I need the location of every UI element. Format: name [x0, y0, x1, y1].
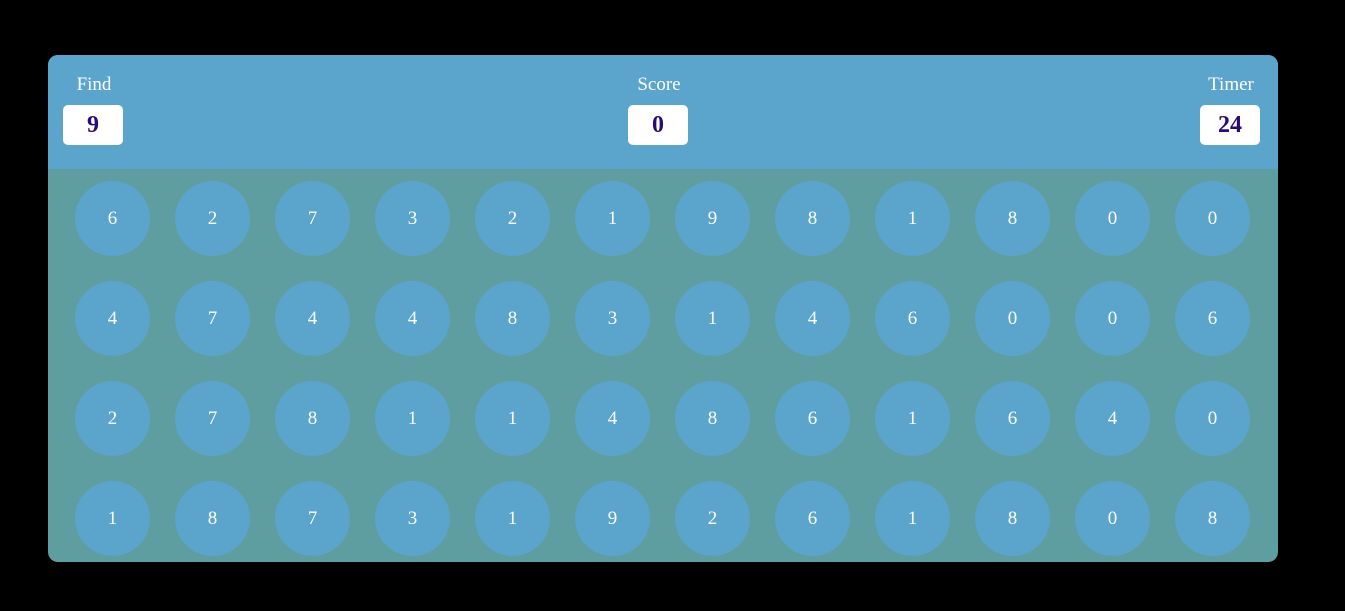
number-cell[interactable]: 2 — [75, 381, 150, 456]
number-cell[interactable]: 7 — [175, 381, 250, 456]
number-cell[interactable]: 1 — [875, 181, 950, 256]
number-cell[interactable]: 4 — [375, 281, 450, 356]
number-cell[interactable]: 6 — [1175, 281, 1250, 356]
number-cell[interactable]: 1 — [475, 481, 550, 556]
number-cell[interactable]: 1 — [875, 381, 950, 456]
score-label: Score — [637, 74, 681, 95]
number-cell[interactable]: 8 — [675, 381, 750, 456]
number-cell[interactable]: 8 — [775, 181, 850, 256]
number-cell[interactable]: 4 — [575, 381, 650, 456]
number-cell[interactable]: 6 — [875, 281, 950, 356]
number-cell[interactable]: 8 — [275, 381, 350, 456]
number-cell[interactable]: 8 — [1175, 481, 1250, 556]
number-cell[interactable]: 0 — [1075, 281, 1150, 356]
number-cell[interactable]: 7 — [175, 281, 250, 356]
number-cell[interactable]: 2 — [175, 181, 250, 256]
timer-panel: Timer 24 — [1200, 55, 1262, 145]
number-cell[interactable]: 2 — [675, 481, 750, 556]
number-cell[interactable]: 9 — [575, 481, 650, 556]
number-cell[interactable]: 6 — [975, 381, 1050, 456]
number-cell[interactable]: 8 — [975, 181, 1050, 256]
number-cell[interactable]: 0 — [1175, 381, 1250, 456]
number-cell[interactable]: 1 — [875, 481, 950, 556]
number-cell[interactable]: 1 — [75, 481, 150, 556]
number-cell[interactable]: 6 — [775, 381, 850, 456]
number-cell[interactable]: 8 — [475, 281, 550, 356]
number-cell[interactable]: 9 — [675, 181, 750, 256]
number-cell[interactable]: 3 — [575, 281, 650, 356]
find-value: 9 — [63, 105, 123, 145]
number-cell[interactable]: 0 — [975, 281, 1050, 356]
game-header: Find 9 Score 0 Timer 24 — [48, 55, 1278, 169]
number-cell[interactable]: 1 — [575, 181, 650, 256]
number-cell[interactable]: 6 — [75, 181, 150, 256]
number-cell[interactable]: 1 — [475, 381, 550, 456]
number-cell[interactable]: 3 — [375, 181, 450, 256]
number-cell[interactable]: 8 — [175, 481, 250, 556]
timer-value: 24 — [1200, 105, 1260, 145]
game-container: Find 9 Score 0 Timer 24 6273219818004744… — [48, 55, 1278, 562]
number-cell[interactable]: 2 — [475, 181, 550, 256]
number-cell[interactable]: 3 — [375, 481, 450, 556]
timer-label: Timer — [1208, 74, 1254, 95]
find-label: Find — [76, 74, 112, 95]
number-grid: 6273219818004744831460062781148616401873… — [75, 181, 1250, 556]
number-cell[interactable]: 8 — [975, 481, 1050, 556]
number-cell[interactable]: 0 — [1075, 481, 1150, 556]
number-cell[interactable]: 0 — [1075, 181, 1150, 256]
find-panel: Find 9 — [63, 55, 125, 145]
number-cell[interactable]: 6 — [775, 481, 850, 556]
number-cell[interactable]: 1 — [375, 381, 450, 456]
number-cell[interactable]: 1 — [675, 281, 750, 356]
number-cell[interactable]: 7 — [275, 481, 350, 556]
score-panel: Score 0 — [628, 55, 690, 145]
number-cell[interactable]: 4 — [75, 281, 150, 356]
number-cell[interactable]: 0 — [1175, 181, 1250, 256]
number-cell[interactable]: 7 — [275, 181, 350, 256]
number-cell[interactable]: 4 — [1075, 381, 1150, 456]
number-cell[interactable]: 4 — [775, 281, 850, 356]
score-value: 0 — [628, 105, 688, 145]
number-cell[interactable]: 4 — [275, 281, 350, 356]
